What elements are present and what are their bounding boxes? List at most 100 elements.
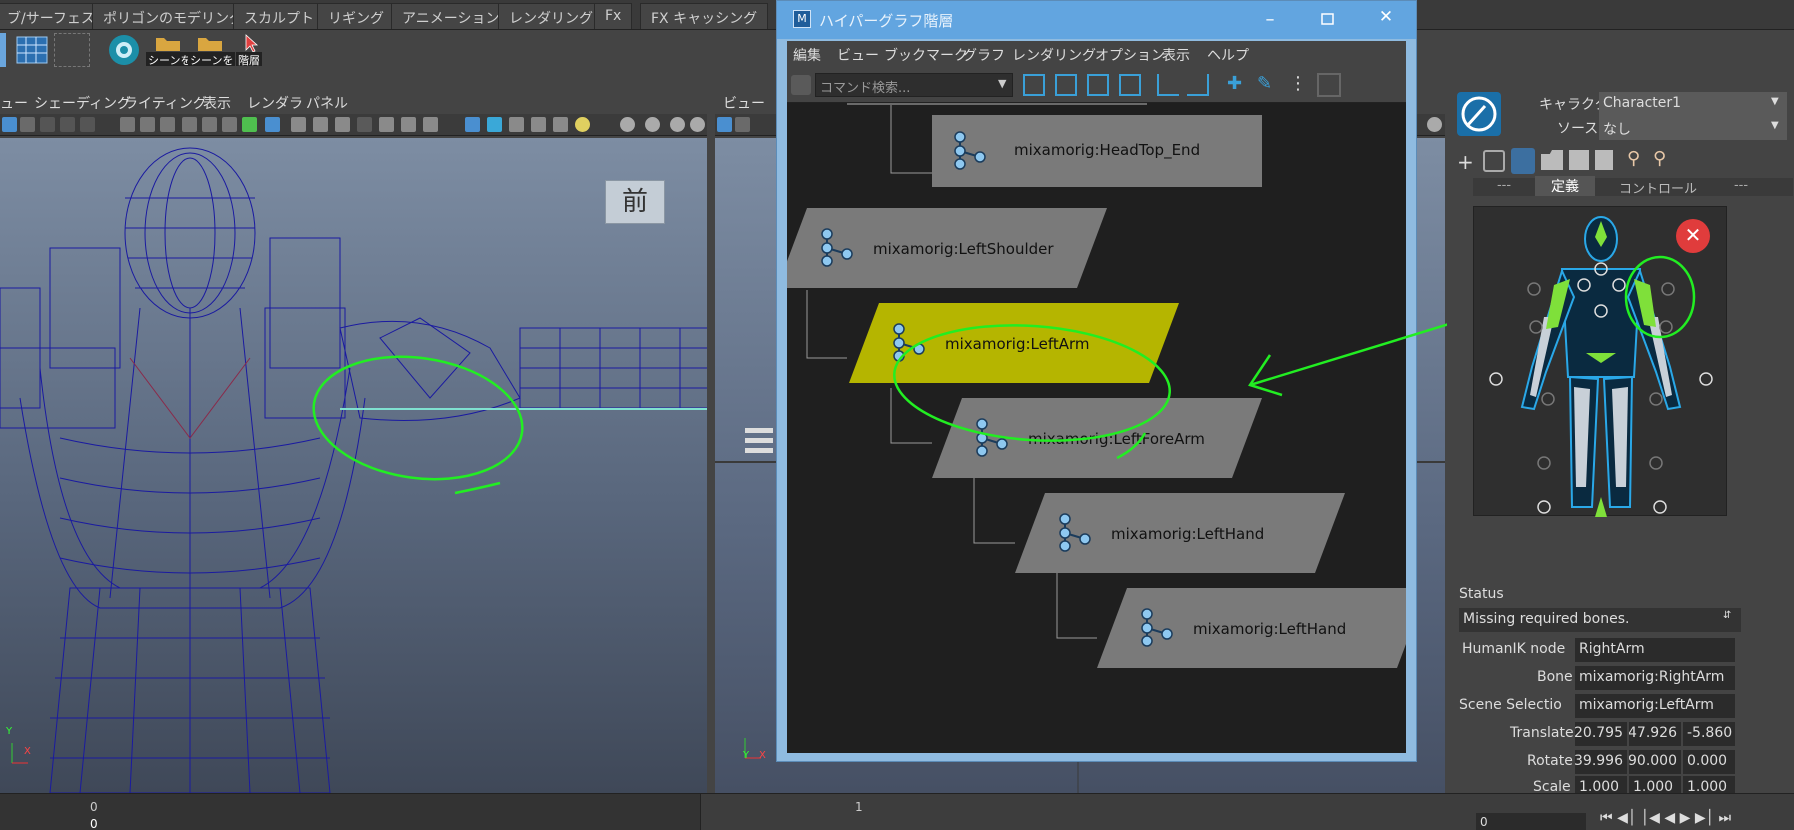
grease-pencil-icon[interactable] bbox=[160, 117, 175, 132]
lock-icon[interactable] bbox=[1483, 150, 1505, 172]
light-icon[interactable] bbox=[575, 117, 590, 132]
view-cube-front[interactable]: 前 bbox=[605, 180, 665, 224]
grid-icon[interactable] bbox=[14, 33, 50, 67]
step-back-icon[interactable]: ◀│ bbox=[1617, 810, 1636, 826]
rotate-y-field[interactable]: 90.000 bbox=[1629, 750, 1681, 774]
time-slider-left[interactable] bbox=[0, 794, 700, 830]
maximize-button[interactable] bbox=[1313, 9, 1343, 31]
timeline[interactable]: 0 0 1 0 ⏮ ◀│ │◀ ◀ ▶ ▶│ ⏭ bbox=[0, 793, 1794, 830]
menu-renderer[interactable]: レンダラ bbox=[247, 93, 303, 113]
shelf-tool-icon[interactable] bbox=[0, 33, 6, 67]
play-forward-icon[interactable]: ▶ bbox=[1680, 810, 1691, 826]
select-camera-icon[interactable] bbox=[735, 117, 750, 132]
current-frame-field[interactable]: 0 bbox=[1476, 813, 1586, 830]
xray-joints-icon[interactable] bbox=[509, 117, 524, 132]
gamma-icon[interactable] bbox=[1427, 117, 1442, 132]
menu-show[interactable]: 表示 bbox=[203, 93, 231, 113]
collapse-hierarchy-icon[interactable] bbox=[1187, 74, 1209, 96]
frame-branch-icon[interactable] bbox=[1119, 74, 1141, 96]
grid-toggle-icon[interactable] bbox=[291, 117, 306, 132]
chevron-down-icon[interactable]: ▼ bbox=[998, 77, 1006, 90]
go-to-end-icon[interactable]: ⏭ bbox=[1719, 810, 1732, 826]
rotate-x-field[interactable]: 39.996 bbox=[1575, 750, 1627, 774]
step-back-key-icon[interactable]: │◀ bbox=[1641, 810, 1660, 826]
checker-icon[interactable] bbox=[553, 117, 568, 132]
viewport-front[interactable]: 前 Y X bbox=[0, 138, 707, 793]
backface-icon[interactable] bbox=[531, 117, 546, 132]
play-backward-icon[interactable]: ◀ bbox=[1664, 810, 1675, 826]
shelf-tab-rigging[interactable]: リギング bbox=[317, 3, 395, 29]
humanik-logo-icon[interactable] bbox=[1457, 92, 1501, 136]
menu-graph[interactable]: グラフ bbox=[963, 45, 1005, 65]
gamma-icon[interactable] bbox=[690, 117, 705, 132]
hypergraph-node[interactable]: mixamorig:LeftArm bbox=[849, 303, 1179, 383]
textured-icon[interactable] bbox=[379, 117, 394, 132]
shelf-tab-surfaces[interactable]: ブ/サーフェス bbox=[0, 3, 106, 29]
tab-placeholder-right[interactable]: --- bbox=[1719, 178, 1763, 193]
anti-alias-icon[interactable] bbox=[670, 117, 685, 132]
select-camera-icon[interactable] bbox=[20, 117, 35, 132]
hypergraph-node[interactable]: mixamorig:LeftForeArm bbox=[932, 398, 1262, 478]
shelf-tab-rendering[interactable]: レンダリング bbox=[498, 3, 604, 29]
shelf-tab-animation[interactable]: アニメーション bbox=[391, 3, 511, 29]
tab-controls[interactable]: コントロール bbox=[1603, 178, 1713, 197]
translate-y-field[interactable]: 47.926 bbox=[1629, 722, 1681, 746]
camera-icon[interactable] bbox=[2, 117, 17, 132]
source-dropdown[interactable]: なし ▼ bbox=[1599, 116, 1787, 140]
step-forward-key-icon[interactable]: ▶│ bbox=[1695, 810, 1714, 826]
bookmark-icon[interactable] bbox=[60, 117, 75, 132]
add-bookmark-icon[interactable]: ✚ bbox=[1227, 73, 1249, 97]
menu-shading[interactable]: シェーディング bbox=[34, 93, 131, 113]
translate-z-field[interactable]: -5.860 bbox=[1683, 722, 1735, 746]
minimize-button[interactable]: – bbox=[1255, 9, 1285, 31]
image-plane-icon[interactable] bbox=[80, 117, 95, 132]
t-pose-icon[interactable]: ⚲ bbox=[1627, 148, 1647, 172]
menu-view[interactable]: ュー bbox=[0, 93, 28, 113]
translate-x-field[interactable]: 20.795 bbox=[1575, 722, 1627, 746]
frame-all-icon[interactable] bbox=[1023, 74, 1045, 96]
hypergraph-node[interactable]: mixamorig:LeftShoulder bbox=[787, 208, 1107, 288]
add-icon[interactable]: + bbox=[1457, 150, 1479, 174]
safe-action-icon[interactable] bbox=[265, 117, 280, 132]
shelf-tab-fx-caching[interactable]: FX キャッシング bbox=[640, 3, 769, 29]
hypergraph-node[interactable]: mixamorig:LeftHand bbox=[1097, 588, 1406, 668]
shadows-icon[interactable] bbox=[423, 117, 438, 132]
lock-camera-icon[interactable] bbox=[40, 117, 55, 132]
hypergraph-node[interactable]: mixamorig:LeftHand bbox=[1015, 493, 1345, 573]
edit-bookmark-icon[interactable]: ✎ bbox=[1257, 73, 1279, 97]
menu-bookmarks[interactable]: ブックマーク bbox=[884, 45, 968, 65]
menu-lighting[interactable]: ライティング bbox=[124, 93, 207, 113]
two-d-pan-icon[interactable] bbox=[140, 117, 155, 132]
hypergraph-node[interactable]: mixamorig:HeadTop_End bbox=[932, 115, 1262, 195]
save-icon[interactable] bbox=[1569, 150, 1589, 170]
use-lights-icon[interactable] bbox=[401, 117, 416, 132]
menu-edit[interactable]: 編集 bbox=[793, 45, 821, 65]
character-definition-view[interactable]: ✕ bbox=[1473, 206, 1727, 517]
folder-icon[interactable] bbox=[1541, 150, 1563, 170]
frame-selection-icon[interactable] bbox=[1055, 74, 1077, 96]
close-icon[interactable]: ✕ bbox=[1676, 219, 1710, 253]
hypergraph-title-bar[interactable]: M ハイパーグラフ階層 – ✕ bbox=[777, 1, 1416, 39]
menu-view-mid[interactable]: ビュー bbox=[723, 93, 765, 113]
motion-blur-icon[interactable] bbox=[645, 117, 660, 132]
field-chart-icon[interactable] bbox=[242, 117, 257, 132]
xray-icon[interactable] bbox=[487, 117, 502, 132]
default-material-icon[interactable] bbox=[357, 117, 372, 132]
isolate-select-icon[interactable] bbox=[465, 117, 480, 132]
hypergraph-canvas[interactable]: mixamorig:HeadTop_End mixamorig:LeftShoul… bbox=[787, 103, 1406, 753]
character-dropdown[interactable]: Character1 ▼ bbox=[1599, 92, 1787, 116]
shelf-tab-polygon-modeling[interactable]: ポリゴンのモデリング bbox=[92, 3, 254, 29]
bone-field[interactable]: mixamorig:RightArm bbox=[1575, 666, 1735, 690]
more-options-icon[interactable]: ⋮ bbox=[1289, 73, 1311, 97]
smooth-shade-icon[interactable] bbox=[335, 117, 350, 132]
graph-toggle-icon[interactable] bbox=[1317, 73, 1341, 97]
expand-hierarchy-icon[interactable] bbox=[1157, 74, 1179, 96]
tab-placeholder-left[interactable]: --- bbox=[1479, 178, 1529, 193]
camera-attributes-icon[interactable] bbox=[120, 117, 135, 132]
delete-icon[interactable] bbox=[1595, 150, 1613, 170]
film-gate-icon[interactable] bbox=[182, 117, 197, 132]
camera-icon[interactable] bbox=[717, 117, 732, 132]
tab-definition[interactable]: 定義 bbox=[1535, 176, 1595, 196]
close-button[interactable]: ✕ bbox=[1371, 7, 1401, 31]
hypershade-icon[interactable] bbox=[106, 33, 142, 67]
